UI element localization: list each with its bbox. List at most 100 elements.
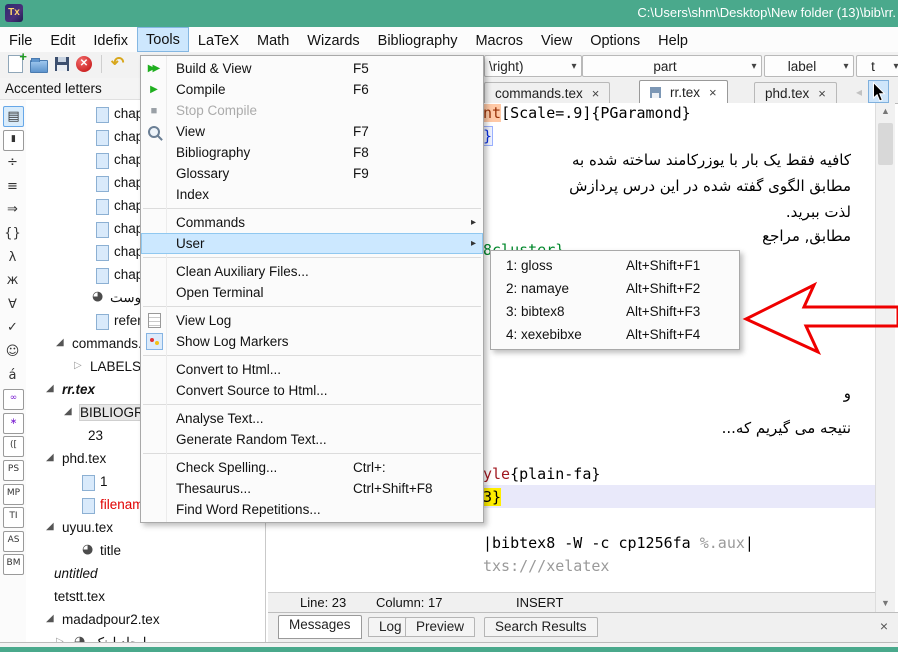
tools-menu-item-glossary[interactable]: GlossaryF9 <box>141 163 483 184</box>
tree-item-label: phd.tex <box>62 451 106 466</box>
tools-menu-item-thesaurus[interactable]: Thesaurus...Ctrl+Shift+F8 <box>141 478 483 499</box>
panel-close-icon[interactable]: × <box>880 618 888 634</box>
menu-math[interactable]: Math <box>248 27 298 52</box>
menu-item-label: Find Word Repetitions... <box>176 502 321 517</box>
tools-menu-item-stop-compile: ■Stop Compile <box>141 100 483 121</box>
tools-menu-item-convert-to-html[interactable]: Convert to Html... <box>141 359 483 380</box>
expanded-icon[interactable]: ◢ <box>46 452 54 463</box>
close-icon[interactable]: × <box>709 85 717 100</box>
tab-rr-tex[interactable]: rr.tex× <box>639 80 728 104</box>
tree-item-tetstt-tex[interactable]: tetstt.tex <box>26 587 265 608</box>
tools-menu-item-view[interactable]: ViewF7 <box>141 121 483 142</box>
code-line: } <box>483 126 492 147</box>
close-document-button[interactable]: ✕ <box>76 56 92 72</box>
menu-view[interactable]: View <box>532 27 581 52</box>
bm-icon[interactable]: BM <box>3 554 24 575</box>
math-operators-icon[interactable]: ÷ <box>3 153 22 172</box>
tools-menu-item-convert-source-to-html[interactable]: Convert Source to Html... <box>141 380 483 401</box>
tools-menu-item-check-spelling[interactable]: Check Spelling...Ctrl+: <box>141 457 483 478</box>
cyrillic-icon[interactable]: ж <box>3 271 22 290</box>
output-panel-tab-bar: × MessagesLogPreviewSearch Results <box>268 612 898 643</box>
tools-menu-item-build-view[interactable]: ▶▶Build & ViewF5 <box>141 58 483 79</box>
panel-tab-search-results[interactable]: Search Results <box>484 617 598 637</box>
tools-menu-item-analyse-text[interactable]: Analyse Text... <box>141 408 483 429</box>
collapsed-icon[interactable]: ▷ <box>74 360 82 371</box>
compile-icon: ▶ <box>141 84 167 95</box>
mp-icon[interactable]: MP <box>3 484 24 505</box>
app-icon[interactable]: Tx <box>5 4 23 22</box>
file-icon <box>96 222 109 238</box>
ti-icon[interactable]: TI <box>3 507 24 528</box>
tools-menu-item-open-terminal[interactable]: Open Terminal <box>141 282 483 303</box>
asterisk-icon[interactable]: ∗ <box>3 413 24 434</box>
menu-latex[interactable]: LaTeX <box>189 27 248 52</box>
tools-menu-item-view-log[interactable]: View Log <box>141 310 483 331</box>
expanded-icon[interactable]: ◢ <box>64 406 72 417</box>
toolbar-combo-right[interactable]: \right)▾ <box>484 55 582 77</box>
expanded-icon[interactable]: ◢ <box>46 383 54 394</box>
arrows-icon[interactable]: ⇒ <box>3 200 22 219</box>
tools-menu-item-show-log-markers[interactable]: Show Log Markers <box>141 331 483 352</box>
toolbar-combo-t[interactable]: t▾ <box>856 55 898 77</box>
tools-menu-item-user[interactable]: User▸ <box>141 233 483 254</box>
checkmark-icon[interactable]: ✓ <box>3 318 22 337</box>
tree-item-madadpour2-tex[interactable]: ◢madadpour2.tex <box>26 610 265 631</box>
toolbar-combo-part[interactable]: part▾ <box>582 55 762 77</box>
undo-button[interactable]: ↶ <box>111 56 124 72</box>
tab-phd-tex[interactable]: phd.tex× <box>754 82 837 103</box>
save-file-button[interactable] <box>55 57 69 71</box>
menu-item-label: Bibliography <box>176 145 250 160</box>
toolbar-combo-label[interactable]: label▾ <box>764 55 854 77</box>
menu-idefix[interactable]: Idefix <box>84 27 137 52</box>
new-document-button[interactable] <box>8 55 23 73</box>
structure-icon[interactable]: ▤ <box>3 106 24 127</box>
misc-symbols-icon[interactable]: ☺ <box>3 342 22 361</box>
tools-menu-item-commands[interactable]: Commands▸ <box>141 212 483 233</box>
tools-menu-item-bibliography[interactable]: BibliographyF8 <box>141 142 483 163</box>
file-icon <box>96 176 109 192</box>
open-file-button[interactable] <box>30 60 48 73</box>
menu-item-label: Check Spelling... <box>176 460 277 475</box>
accented-letters-icon[interactable]: á <box>3 366 22 385</box>
brackets-icon[interactable]: ([ <box>3 436 24 457</box>
scroll-up-icon[interactable]: ▲ <box>876 103 895 120</box>
menu-help[interactable]: Help <box>649 27 697 52</box>
expanded-icon[interactable]: ◢ <box>56 337 64 348</box>
menu-tools[interactable]: Tools <box>137 27 189 52</box>
menu-edit[interactable]: Edit <box>41 27 84 52</box>
menu-bibliography[interactable]: Bibliography <box>369 27 467 52</box>
code-text: 3} <box>483 488 501 506</box>
ps-icon[interactable]: PS <box>3 460 24 481</box>
side-panel-tab-strip: ▤ ▮ ÷ ≡ ⇒ {} λж ∀ ✓ ☺ á ∞ ∗([ PS MPTI ASBM <box>0 100 27 644</box>
infinity-icon[interactable]: ∞ <box>3 389 24 410</box>
save-icon <box>650 87 661 98</box>
tree-item-title[interactable]: ◕title <box>26 541 265 562</box>
window-title: C:\Users\shm\Desktop\New folder (13)\bib… <box>637 5 896 20</box>
bookmarks-icon[interactable]: ▮ <box>3 130 24 151</box>
tools-menu-item-clean-auxiliary-files[interactable]: Clean Auxiliary Files... <box>141 261 483 282</box>
panel-tab-messages[interactable]: Messages <box>278 615 362 639</box>
tab-scroll-left-button[interactable]: ◂ <box>856 85 862 99</box>
menu-options[interactable]: Options <box>581 27 649 52</box>
tools-menu-item-find-word-repetitions[interactable]: Find Word Repetitions... <box>141 499 483 520</box>
tree-item-untitled[interactable]: untitled <box>26 564 265 585</box>
scroll-down-icon[interactable]: ▼ <box>876 595 895 612</box>
tools-menu-item-compile[interactable]: ▶CompileF6 <box>141 79 483 100</box>
scrollbar-thumb[interactable] <box>878 123 893 165</box>
relations-icon[interactable]: ≡ <box>3 177 22 196</box>
tab-commands-tex[interactable]: commands.tex× <box>484 82 610 103</box>
close-icon[interactable]: × <box>818 86 826 101</box>
as-icon[interactable]: AS <box>3 531 24 552</box>
delimiters-icon[interactable]: {} <box>3 224 22 243</box>
code-text: |bibtex8 -W -c cp1256fa <box>483 534 700 552</box>
expanded-icon[interactable]: ◢ <box>46 521 54 532</box>
greek-letters-icon[interactable]: λ <box>3 248 22 267</box>
menu-wizards[interactable]: Wizards <box>298 27 368 52</box>
panel-tab-preview[interactable]: Preview <box>405 617 475 637</box>
logic-symbols-icon[interactable]: ∀ <box>3 295 22 314</box>
tools-menu-item-generate-random-text[interactable]: Generate Random Text... <box>141 429 483 450</box>
menu-macros[interactable]: Macros <box>466 27 532 52</box>
expanded-icon[interactable]: ◢ <box>46 613 54 624</box>
tools-menu-item-index[interactable]: Index <box>141 184 483 205</box>
close-icon[interactable]: × <box>592 86 600 101</box>
